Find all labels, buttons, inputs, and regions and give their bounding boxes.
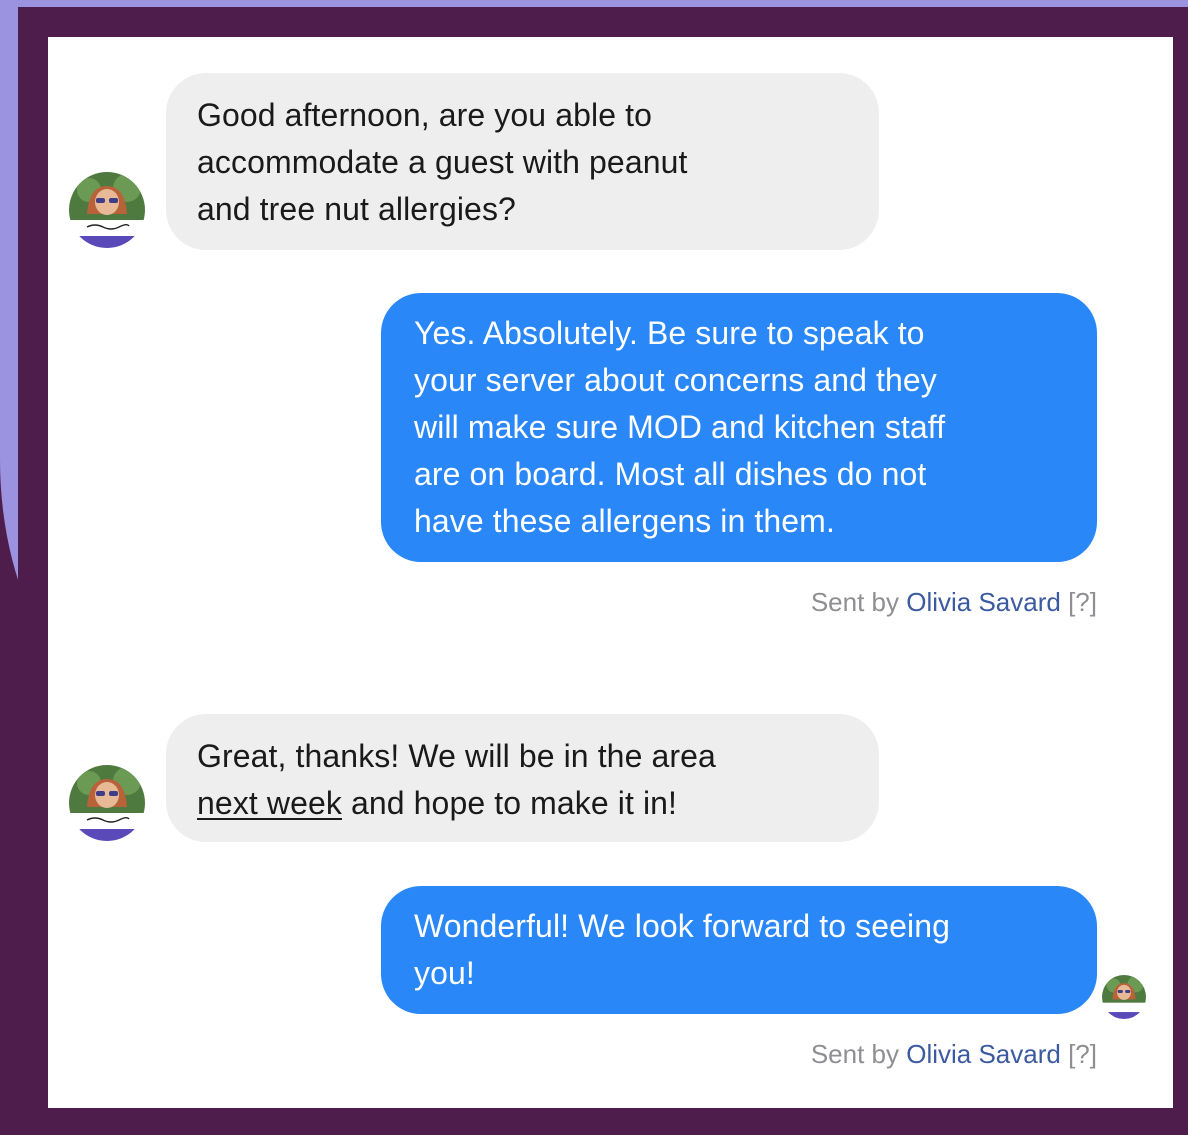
sent-by-prefix: Sent by xyxy=(810,1039,899,1069)
sender-name-link[interactable]: Olivia Savard xyxy=(906,587,1061,617)
message-line-rest: and hope to make it in! xyxy=(350,785,678,821)
message-line: accommodate a guest with peanut xyxy=(197,144,688,180)
incoming-message-bubble: Good afternoon, are you able to accommod… xyxy=(166,73,879,250)
outgoing-message-bubble: Wonderful! We look forward to seeing you… xyxy=(381,886,1097,1014)
message-line: Good afternoon, are you able to xyxy=(197,97,652,133)
message-line: are on board. Most all dishes do not xyxy=(414,456,927,492)
message-line: Yes. Absolutely. Be sure to speak to xyxy=(414,315,925,351)
help-link[interactable]: [?] xyxy=(1068,1039,1097,1069)
sender-name-link[interactable]: Olivia Savard xyxy=(906,1039,1061,1069)
underlined-phrase[interactable]: next week xyxy=(197,785,342,821)
sender-avatar-icon[interactable] xyxy=(69,765,145,841)
incoming-message-bubble: Great, thanks! We will be in the area ne… xyxy=(166,714,879,842)
message-line: have these allergens in them. xyxy=(414,503,835,539)
conversation-panel: Good afternoon, are you able to accommod… xyxy=(48,37,1173,1108)
sent-by-prefix: Sent by xyxy=(810,587,899,617)
sender-avatar-icon[interactable] xyxy=(69,172,145,248)
message-line: Great, thanks! We will be in the area xyxy=(197,738,716,774)
message-line: your server about concerns and they xyxy=(414,362,937,398)
message-line: and tree nut allergies? xyxy=(197,191,516,227)
sent-by-label: Sent by Olivia Savard [?] xyxy=(811,1039,1097,1070)
help-link[interactable]: [?] xyxy=(1068,587,1097,617)
outgoing-message-bubble: Yes. Absolutely. Be sure to speak to you… xyxy=(381,293,1097,562)
message-line: will make sure MOD and kitchen staff xyxy=(414,409,946,445)
message-line-with-link: next week and hope to make it in! xyxy=(197,780,849,827)
sent-by-label: Sent by Olivia Savard [?] xyxy=(811,587,1097,618)
message-line: you! xyxy=(414,955,475,991)
message-line: Wonderful! We look forward to seeing xyxy=(414,908,951,944)
read-receipt-avatar-icon xyxy=(1102,975,1146,1019)
